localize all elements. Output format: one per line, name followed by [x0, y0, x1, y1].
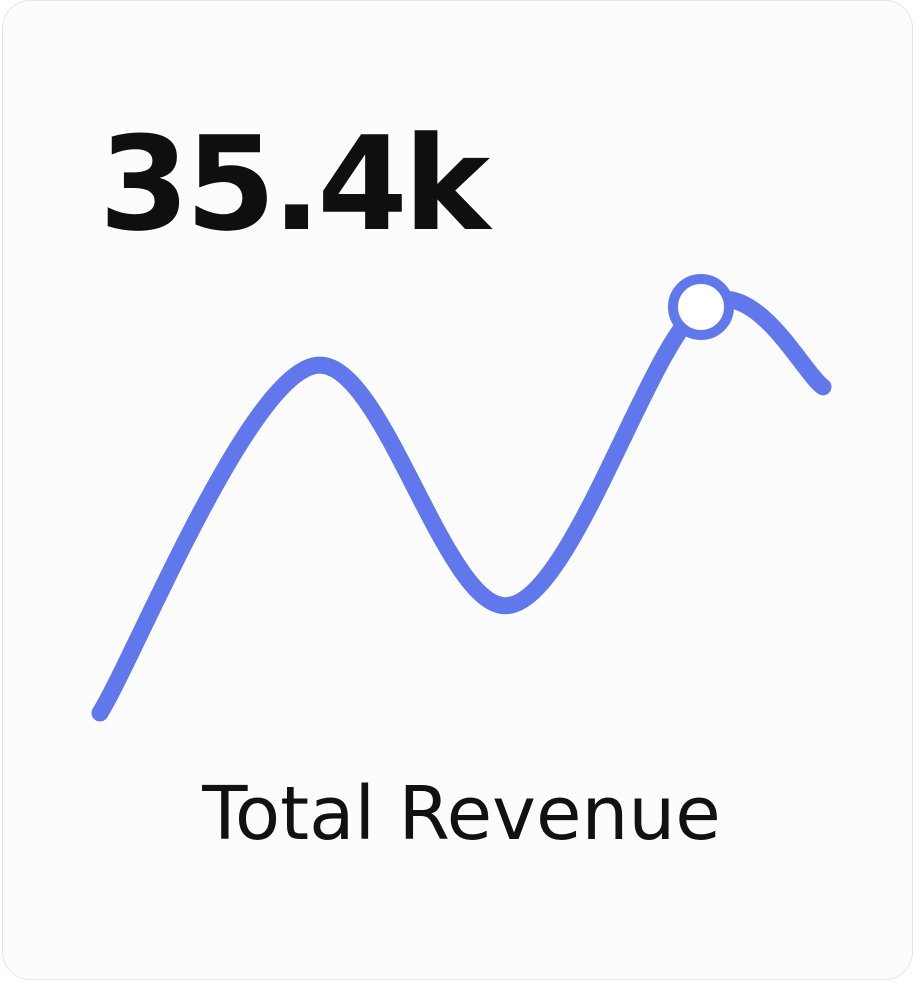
sparkline-highlight-point[interactable] [668, 274, 734, 341]
sparkline-series-line [91, 290, 832, 722]
metric-label: Total Revenue [202, 771, 721, 857]
revenue-card: 35.4k Total Revenue [2, 0, 913, 980]
